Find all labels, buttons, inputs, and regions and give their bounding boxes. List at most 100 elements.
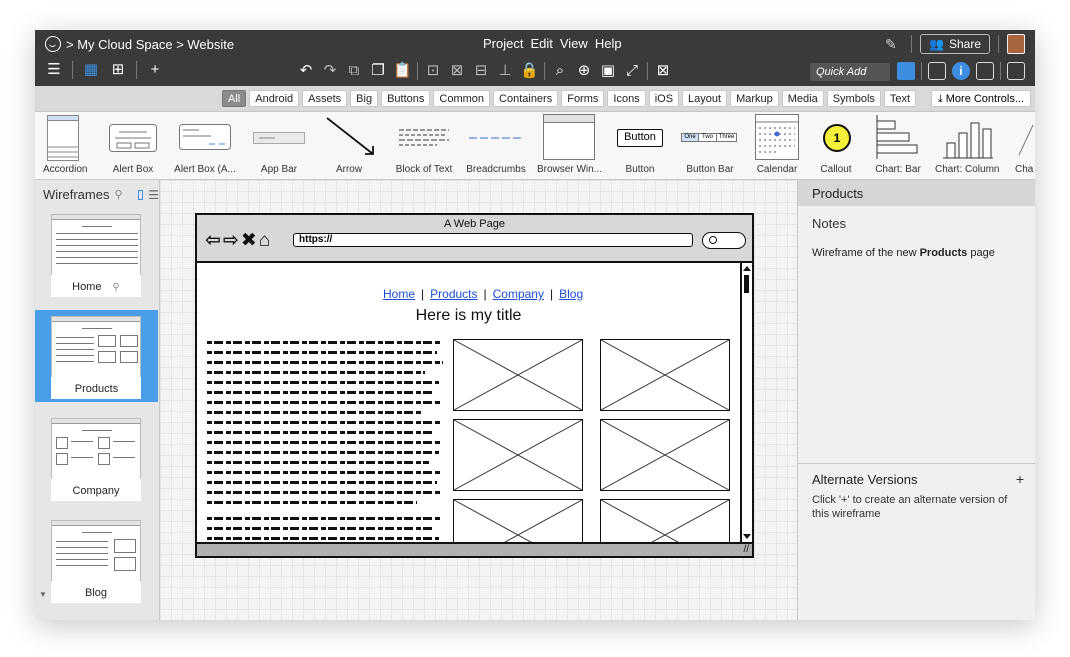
control-app-bar[interactable]: App Bar — [249, 112, 309, 179]
notes-icon[interactable] — [976, 62, 994, 80]
quick-add-input[interactable]: Quick Add — [810, 63, 890, 81]
block-of-text-thumbnail — [399, 129, 449, 146]
vertical-scrollbar[interactable] — [740, 263, 752, 542]
filter-markup[interactable]: Markup — [730, 90, 779, 107]
actual-size-icon[interactable]: ▣ — [599, 62, 617, 80]
zoom-in-icon[interactable]: ⊕ — [575, 62, 593, 80]
nav-arrows-icon: ⇦⇨✖⌂ — [205, 230, 273, 251]
bar-segment: Two — [699, 133, 717, 142]
filter-containers[interactable]: Containers — [493, 90, 559, 107]
control-breadcrumbs[interactable]: Breadcrumbs — [465, 112, 527, 179]
scroll-up-icon[interactable] — [743, 266, 751, 271]
nav-link-company[interactable]: Company — [493, 287, 544, 301]
filter-layout[interactable]: Layout — [682, 90, 728, 107]
breadcrumb[interactable]: > My Cloud Space > Website — [45, 36, 234, 52]
lock-icon[interactable]: 🔒 — [520, 62, 539, 80]
scroll-thumb[interactable] — [744, 275, 749, 293]
filter-common[interactable]: Common — [433, 90, 491, 107]
breadcrumb-text[interactable]: > My Cloud Space > Website — [66, 37, 234, 52]
filter-assets[interactable]: Assets — [302, 90, 348, 107]
fit-icon[interactable]: ⤢ — [623, 62, 641, 80]
page-item-company[interactable]: Company — [39, 412, 153, 504]
add-icon[interactable]: + — [146, 61, 164, 79]
paste-icon[interactable]: 📋 — [393, 62, 412, 80]
control-chart-bar[interactable]: Chart: Bar — [869, 112, 927, 179]
smiley-icon[interactable] — [45, 36, 61, 52]
info-icon[interactable]: i — [952, 62, 970, 80]
thumbnail-view-icon[interactable] — [137, 189, 144, 200]
more-controls-button[interactable]: ⤓ More Controls... — [930, 90, 1031, 107]
site-title: Here is my title — [415, 307, 522, 324]
share-button[interactable]: 👥 Share — [920, 34, 990, 54]
present-icon[interactable]: ⊠ — [654, 62, 672, 80]
redo-icon[interactable]: ↷ — [321, 62, 339, 80]
menu-project[interactable]: Project — [483, 36, 523, 51]
single-view-icon[interactable]: ▦ — [82, 61, 100, 79]
nav-link-blog[interactable]: Blog — [559, 287, 583, 301]
browser-window-mockup[interactable]: A Web Page ⇦⇨✖⌂ https:// Home | Products… — [195, 213, 754, 558]
menu-edit[interactable]: Edit — [530, 36, 552, 51]
browser-chrome: A Web Page ⇦⇨✖⌂ https:// — [197, 215, 752, 263]
page-item-products[interactable]: Products — [35, 310, 158, 402]
quick-add-button[interactable] — [897, 62, 915, 80]
control-alert-box-android[interactable]: Alert Box (A... — [173, 112, 237, 179]
control-chart-column[interactable]: Chart: Column — [935, 112, 999, 179]
control-block-of-text[interactable]: Block of Text — [393, 112, 455, 179]
panel-title: Wireframes — [43, 187, 110, 202]
undo-icon[interactable]: ↶ — [297, 62, 315, 80]
filter-big[interactable]: Big — [350, 90, 379, 107]
play-icon[interactable] — [1007, 62, 1025, 80]
control-chart-partial[interactable]: Cha — [1011, 112, 1035, 179]
group-icon[interactable]: ⊡ — [424, 62, 442, 80]
button-bar-thumbnail: One Two Three — [681, 133, 737, 142]
menu-help[interactable]: Help — [595, 36, 622, 51]
filter-forms[interactable]: Forms — [561, 90, 605, 107]
control-alert-box[interactable]: Alert Box — [103, 112, 163, 179]
nav-link-home[interactable]: Home — [383, 287, 415, 301]
url-bar[interactable]: https:// — [293, 233, 693, 247]
filter-ios[interactable]: iOS — [648, 90, 680, 107]
control-accordion[interactable]: Accordion — [43, 112, 87, 179]
align-icon[interactable]: ⊥ — [496, 62, 514, 80]
filter-android[interactable]: Android — [249, 90, 300, 107]
filter-all[interactable]: All — [222, 90, 247, 107]
filter-icons[interactable]: Icons — [607, 90, 646, 107]
link-icon: ⚲ — [112, 282, 120, 293]
grid-view-icon[interactable]: ⊞ — [109, 61, 127, 79]
canvas[interactable]: A Web Page ⇦⇨✖⌂ https:// Home | Products… — [160, 180, 797, 620]
control-browser-window[interactable]: Browser Win... — [537, 112, 602, 179]
resize-grip-icon[interactable]: // — [743, 544, 749, 555]
filter-media[interactable]: Media — [781, 90, 824, 107]
control-arrow[interactable]: Arrow — [319, 112, 379, 179]
control-calendar[interactable]: Calendar — [749, 112, 805, 179]
link-icon[interactable]: ⚲ — [114, 188, 122, 201]
control-callout[interactable]: 1 Callout — [811, 112, 861, 179]
list-view-icon[interactable]: ☰ — [148, 188, 159, 202]
avatar[interactable] — [1007, 34, 1025, 54]
nav-separator: | — [483, 287, 487, 301]
control-button-bar[interactable]: One Two Three Button Bar — [677, 112, 743, 179]
page-item-home[interactable]: Home ⚲ — [39, 208, 153, 300]
nav-link-products[interactable]: Products — [430, 287, 477, 301]
filter-symbols[interactable]: Symbols — [826, 90, 881, 107]
page-item-blog[interactable]: Blog — [39, 514, 153, 606]
menu-view[interactable]: View — [560, 36, 588, 51]
pen-icon[interactable]: ✎ — [885, 36, 903, 52]
ungroup-icon[interactable]: ⊠ — [448, 62, 466, 80]
zoom-out-icon[interactable]: ⌕ — [551, 62, 569, 80]
collapse-arrow-icon[interactable]: ▼ — [39, 590, 47, 599]
bring-front-icon[interactable]: ⊟ — [472, 62, 490, 80]
image-placeholder — [453, 499, 583, 542]
filter-text[interactable]: Text — [883, 90, 917, 107]
comment-icon[interactable] — [928, 62, 946, 80]
notes-text[interactable]: Wireframe of the new Products page — [798, 231, 1035, 259]
search-icon[interactable] — [702, 232, 746, 249]
hamburger-menu-icon[interactable]: ☰ — [45, 61, 63, 79]
add-alternate-button[interactable]: + — [1016, 471, 1024, 487]
filter-buttons[interactable]: Buttons — [381, 90, 431, 107]
control-button[interactable]: Button Button — [609, 112, 671, 179]
scroll-down-icon[interactable] — [743, 534, 751, 539]
duplicate-icon[interactable]: ❐ — [369, 62, 387, 80]
ui-library-strip: Accordion Alert Box Alert Box (A... App … — [35, 112, 1035, 180]
copy-icon[interactable]: ⧉ — [345, 62, 363, 80]
